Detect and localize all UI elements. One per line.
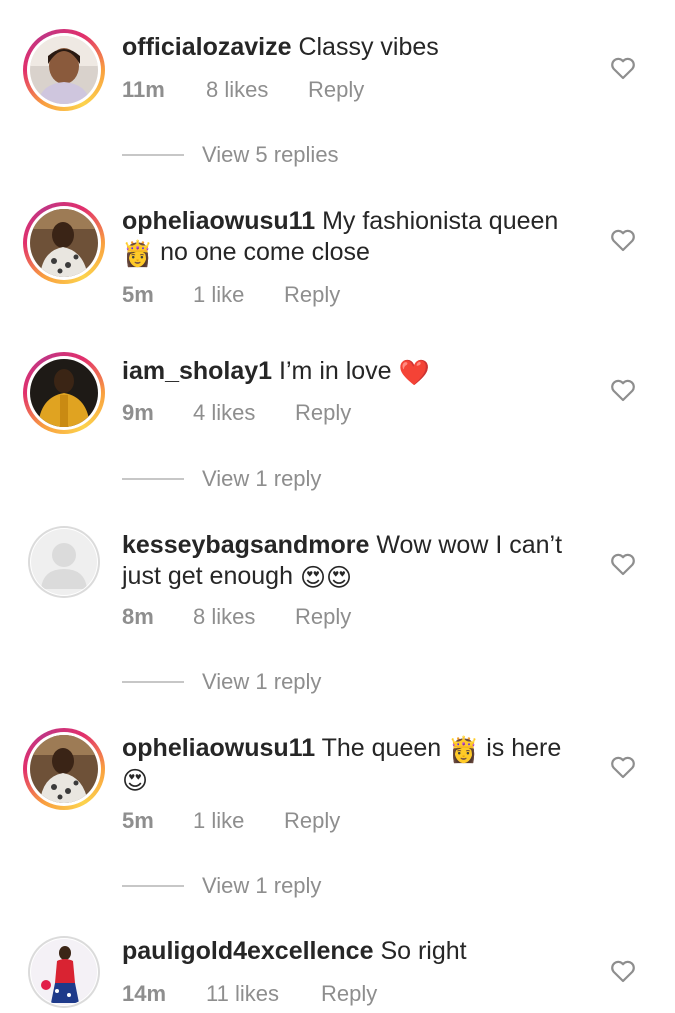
reply-button[interactable]: Reply xyxy=(321,981,377,1007)
reply-button[interactable]: Reply xyxy=(308,77,364,103)
comment-meta: 5m 1 like Reply xyxy=(122,282,340,308)
reply-button[interactable]: Reply xyxy=(295,400,351,426)
comment-likes[interactable]: 1 like xyxy=(193,282,284,308)
comment-text: kesseybagsandmore Wow wow I can’t just g… xyxy=(122,530,582,592)
heart-outline-icon[interactable] xyxy=(610,228,636,252)
comment-message: Wow wow I can’t xyxy=(376,531,563,559)
heart-outline-icon[interactable] xyxy=(610,378,636,402)
reply-button[interactable]: Reply xyxy=(284,808,340,834)
heart-outline-icon[interactable] xyxy=(610,755,636,779)
comment-time: 8m xyxy=(122,604,154,629)
avatar xyxy=(31,939,97,1005)
emoji-heart-eyes: 😍😍 xyxy=(299,563,353,592)
comment-message: My fashionista queen xyxy=(322,207,559,235)
comment-likes[interactable]: 11 likes xyxy=(206,981,321,1007)
comment-time: 9m xyxy=(122,400,154,425)
view-replies-label: View 1 reply xyxy=(202,669,322,694)
comment-username[interactable]: officialozavize xyxy=(122,33,292,61)
view-replies-button[interactable]: View 1 reply xyxy=(122,873,321,899)
comment-likes[interactable]: 8 likes xyxy=(206,77,308,103)
comment-text: opheliaowusu11 The queen 👸 is here 😍 xyxy=(122,733,582,795)
comment-meta: 5m 1 like Reply xyxy=(122,808,340,834)
comment-text: pauligold4excellence So right xyxy=(122,936,582,967)
reply-button[interactable]: Reply xyxy=(284,282,340,308)
comment-meta: 11m 8 likes Reply xyxy=(122,77,364,103)
comment-username[interactable]: opheliaowusu11 xyxy=(122,734,315,762)
emoji-heart: ❤️ xyxy=(398,358,430,387)
comment-message-part2: is here xyxy=(486,734,562,762)
comment-likes[interactable]: 4 likes xyxy=(193,400,295,426)
avatar-story-ring[interactable] xyxy=(23,728,105,810)
view-replies-label: View 1 reply xyxy=(202,466,322,491)
comment-meta: 14m 11 likes Reply xyxy=(122,981,377,1007)
avatar-story-ring[interactable] xyxy=(23,202,105,284)
comment-likes[interactable]: 1 like xyxy=(193,808,284,834)
comment-message-line2: just get enough xyxy=(122,562,293,590)
emoji-heart-eyes: 😍 xyxy=(122,766,149,795)
comment-time: 11m xyxy=(122,77,165,102)
avatar-story-ring[interactable] xyxy=(23,29,105,111)
comment-username[interactable]: kesseybagsandmore xyxy=(122,531,369,559)
view-replies-label: View 1 reply xyxy=(202,873,322,898)
comment-username[interactable]: opheliaowusu11 xyxy=(122,207,315,235)
avatar-ring[interactable] xyxy=(28,936,100,1008)
heart-outline-icon[interactable] xyxy=(610,959,636,983)
view-replies-label: View 5 replies xyxy=(202,142,339,167)
avatar-ring[interactable] xyxy=(28,526,100,598)
comment-meta: 8m 8 likes Reply xyxy=(122,604,351,630)
default-avatar-icon xyxy=(31,529,97,595)
avatar xyxy=(30,359,98,427)
avatar xyxy=(30,36,98,104)
view-replies-button[interactable]: View 1 reply xyxy=(122,669,321,695)
view-replies-button[interactable]: View 1 reply xyxy=(122,466,321,492)
avatar xyxy=(30,735,98,803)
replies-divider xyxy=(122,681,184,683)
comment-message: Classy vibes xyxy=(298,33,439,61)
avatar-story-ring[interactable] xyxy=(23,352,105,434)
comment-message: So right xyxy=(380,937,467,965)
comment-text: officialozavize Classy vibes xyxy=(122,32,582,63)
heart-outline-icon[interactable] xyxy=(610,56,636,80)
comment-meta: 9m 4 likes Reply xyxy=(122,400,351,426)
avatar xyxy=(30,209,98,277)
comment-time: 5m xyxy=(122,282,154,307)
comment-text: iam_sholay1 I’m in love ❤️ xyxy=(122,356,582,387)
emoji-princess: 👸 xyxy=(448,735,480,764)
replies-divider xyxy=(122,154,184,156)
replies-divider xyxy=(122,885,184,887)
comment-message: The queen xyxy=(321,734,442,762)
comment-username[interactable]: pauligold4excellence xyxy=(122,937,374,965)
comment-message: I’m in love xyxy=(279,357,392,385)
replies-divider xyxy=(122,478,184,480)
emoji-princess: 👸 xyxy=(122,239,154,268)
view-replies-button[interactable]: View 5 replies xyxy=(122,142,339,168)
comment-time: 5m xyxy=(122,808,154,833)
comment-username[interactable]: iam_sholay1 xyxy=(122,357,272,385)
reply-button[interactable]: Reply xyxy=(295,604,351,630)
comment-time: 14m xyxy=(122,981,167,1006)
comment-likes[interactable]: 8 likes xyxy=(193,604,295,630)
comment-text: opheliaowusu11 My fashionista queen 👸 no… xyxy=(122,206,582,268)
comment-message-line2: no one come close xyxy=(160,238,370,266)
heart-outline-icon[interactable] xyxy=(610,552,636,576)
